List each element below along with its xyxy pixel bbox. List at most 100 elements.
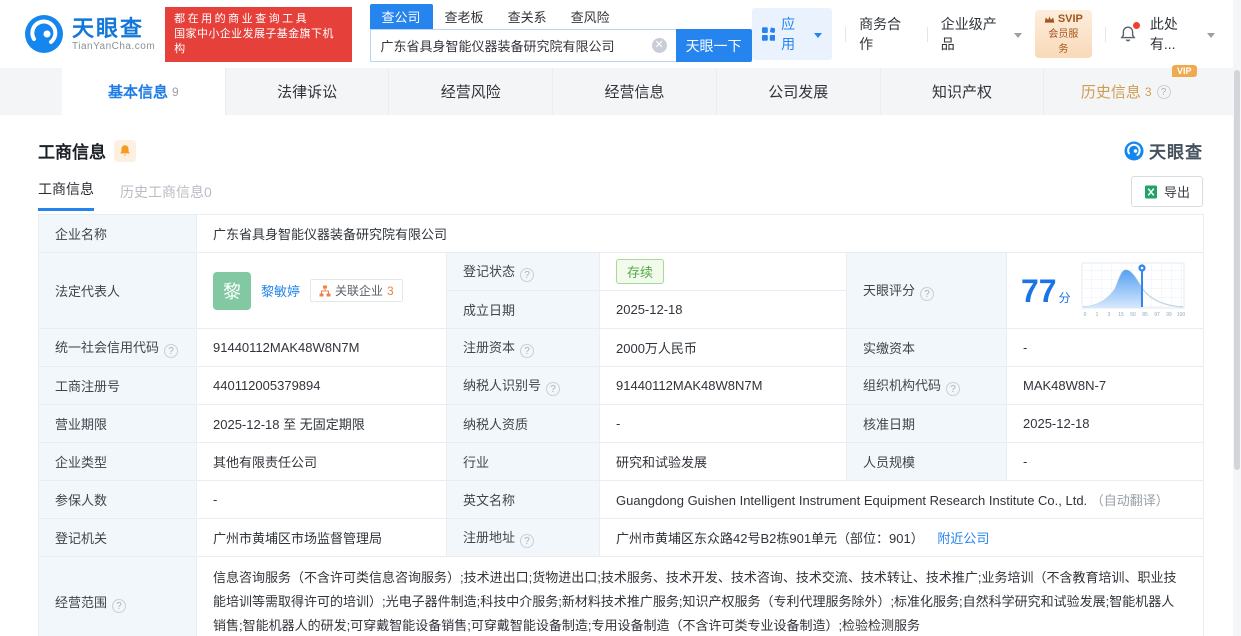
reg-number-value: 440112005379894 [196,366,447,405]
scrollbar-track[interactable] [1233,0,1241,636]
score-value: 77 [1021,272,1057,309]
help-icon[interactable] [920,287,935,301]
score-axis-tick: 1 [1095,312,1098,318]
help-icon[interactable] [946,382,961,396]
notification-bell[interactable] [1119,22,1140,43]
taxpayer-qualification-value: - [599,404,847,443]
score-axis-tick: 100 [1176,312,1184,318]
help-icon[interactable] [164,344,179,358]
header-menu: 应用 商务合作 企业级产品 SVIP 会员服务 此处有... [751,8,1215,60]
clear-icon[interactable]: ✕ [651,38,667,53]
table-row: 营业期限 2025-12-18 至 无固定期限 纳税人资质 - 核准日期 202… [38,404,1205,443]
tab-intellectual-property[interactable]: 知识产权 [881,68,1045,115]
company-nav-tabs: 基本信息9 法律诉讼 经营风险 经营信息 公司发展 知识产权 历史信息3 VIP [0,65,1241,115]
apps-label: 应用 [781,16,796,52]
legal-rep-link[interactable]: 黎敏婷 [261,281,300,300]
score-label: 天眼评分 [846,252,1007,329]
section-title: 工商信息 [38,143,106,162]
legal-rep-label: 法定代表人 [38,252,197,329]
business-scope-value: 信息咨询服务（不含许可类信息咨询服务）;技术进出口;货物进出口;技术服务、技术开… [195,555,1205,636]
slogan-line1: 都在用的商业查询工具 [174,12,310,25]
svip-member-button[interactable]: SVIP 会员服务 [1034,10,1092,58]
bell-icon [120,145,130,156]
establish-date-label: 成立日期 [446,290,600,329]
table-row: 参保人数 - 英文名称 Guangdong Guishen Intelligen… [38,480,1205,519]
apps-menu[interactable]: 应用 [751,8,833,60]
auto-translate-note: （自动翻译） [1090,493,1169,508]
taxpayer-id-value: 91440112MAK48W8N7M [599,366,847,405]
user-menu[interactable]: 此处有... [1150,14,1215,54]
business-scope-label: 经营范围 [38,555,197,636]
reg-number-label: 工商注册号 [38,366,197,405]
scrollbar-thumb[interactable] [1234,70,1240,470]
tab-company-development[interactable]: 公司发展 [717,68,881,115]
aperture-logo-icon [1124,141,1144,160]
search-tab-relation[interactable]: 查关系 [496,4,559,29]
legal-rep-cell: 黎 黎敏婷 关联企业 3 [196,252,447,329]
tianyancha-logo[interactable]: 天眼查 TianYanCha.com [24,14,155,54]
business-cooperation[interactable]: 商务合作 [859,14,914,54]
staff-size-value: - [1005,442,1205,481]
table-row: 工商注册号 440112005379894 纳税人识别号 91440112MAK… [38,366,1205,405]
help-icon[interactable] [520,344,535,358]
company-type-value: 其他有限责任公司 [196,442,447,481]
export-button[interactable]: 导出 [1130,176,1203,207]
score-axis-tick: 3 [1107,312,1110,318]
search-button[interactable]: 天眼一下 [675,29,752,62]
related-count: 3 [387,283,394,298]
subtab-history-business-info[interactable]: 历史工商信息0 [120,182,212,211]
watermark-text: 天眼查 [1149,143,1203,162]
score-unit: 分 [1058,290,1071,305]
table-row: 登记机关 广州市黄埔区市场监督管理局 注册地址 广州市黄埔区东众路42号B2栋9… [38,518,1205,557]
tab-operation-info[interactable]: 经营信息 [553,68,717,115]
org-code-value: MAK48W8N-7 [1005,366,1205,405]
english-name-label: 英文名称 [446,480,600,519]
enterprise-products[interactable]: 企业级产品 [941,14,1022,54]
industry-label: 行业 [446,442,600,481]
help-icon[interactable] [1156,84,1171,99]
notification-dot [1132,22,1140,29]
search-input[interactable] [369,29,676,62]
status-badge: 存续 [616,259,665,284]
reg-authority-label: 登记机关 [38,518,197,557]
search-tab-company[interactable]: 查公司 [369,4,433,29]
nearby-companies-link[interactable]: 附近公司 [937,531,989,546]
credit-code-label: 统一社会信用代码 [38,328,197,367]
tab-legal-litigation[interactable]: 法律诉讼 [226,68,390,115]
slogan-banner: 都在用的商业查询工具 国家中小企业发展子基金旗下机构 [165,6,352,62]
english-name-value: Guangdong Guishen Intelligent Instrument… [598,480,1205,519]
tab-history-info[interactable]: 历史信息3 VIP [1044,65,1207,115]
subtab-business-info[interactable]: 工商信息 [38,179,94,211]
svip-label: SVIP [1057,13,1083,25]
main-content: 工商信息 天眼查 工商信息 历史工商信息0 导出 企业名称 广东省具身智能仪器装… [0,115,1241,636]
reg-status-value: 存续 [599,252,847,291]
business-term-value: 2025-12-18 至 无固定期限 [196,404,447,443]
avatar[interactable]: 黎 [213,271,251,310]
chevron-down-icon [1207,32,1215,38]
help-icon[interactable] [112,598,127,613]
approval-date-label: 核准日期 [846,404,1007,443]
help-icon[interactable] [546,382,561,396]
business-info-table: 企业名称 广东省具身智能仪器装备研究院有限公司 法定代表人 黎 黎敏婷 关联企业… [38,214,1205,636]
divider [1104,26,1106,42]
chevron-down-icon [814,32,823,38]
insured-count-label: 参保人数 [38,480,197,519]
divider [845,26,847,42]
reg-capital-value: 2000万人民币 [599,328,847,367]
search-tab-boss[interactable]: 查老板 [433,4,496,29]
help-icon[interactable] [520,534,535,548]
export-label: 导出 [1163,185,1190,200]
chevron-down-icon [1013,32,1022,38]
related-companies-badge[interactable]: 关联企业 3 [310,279,403,302]
help-icon[interactable] [520,268,535,282]
taxpayer-qualification-label: 纳税人资质 [446,404,600,443]
subscribe-bell-button[interactable] [114,139,136,162]
tab-basic-info[interactable]: 基本信息 9 [62,68,226,115]
reg-address-label: 注册地址 [446,518,600,557]
tab-operation-risk[interactable]: 经营风险 [389,68,554,115]
search-tab-risk[interactable]: 查风险 [559,4,622,29]
slogan-line2: 国家中小企业发展子基金旗下机构 [174,27,334,55]
table-row: 企业类型 其他有限责任公司 行业 研究和试验发展 人员规模 - [38,442,1205,481]
user-label: 此处有... [1149,16,1178,52]
table-row: 经营范围 信息咨询服务（不含许可类信息咨询服务）;技术进出口;货物进出口;技术服… [38,555,1205,636]
